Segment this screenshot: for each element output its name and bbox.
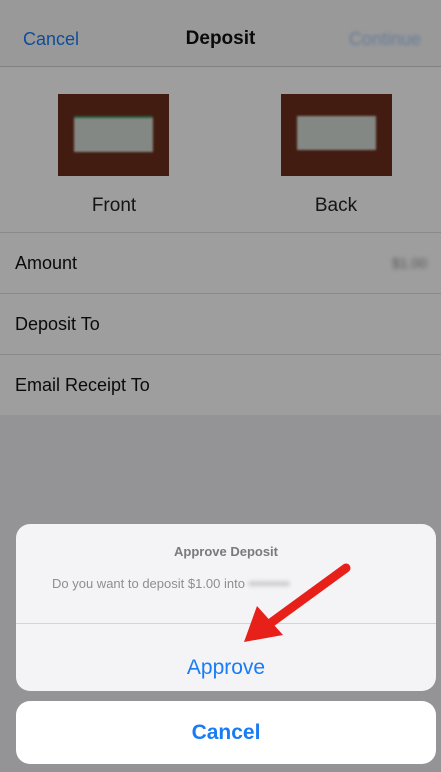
alert-message-text: Do you want to deposit $1.00 into: [52, 576, 245, 591]
alert-message-account-redacted: •••••••••: [248, 576, 290, 591]
approve-deposit-alert: Approve Deposit Do you want to deposit $…: [16, 524, 436, 691]
approve-button[interactable]: Approve: [16, 624, 436, 691]
alert-title: Approve Deposit: [173, 544, 278, 559]
alert-message: Do you want to deposit $1.00 into ••••••…: [52, 576, 290, 591]
cancel-button[interactable]: Cancel: [16, 701, 436, 764]
